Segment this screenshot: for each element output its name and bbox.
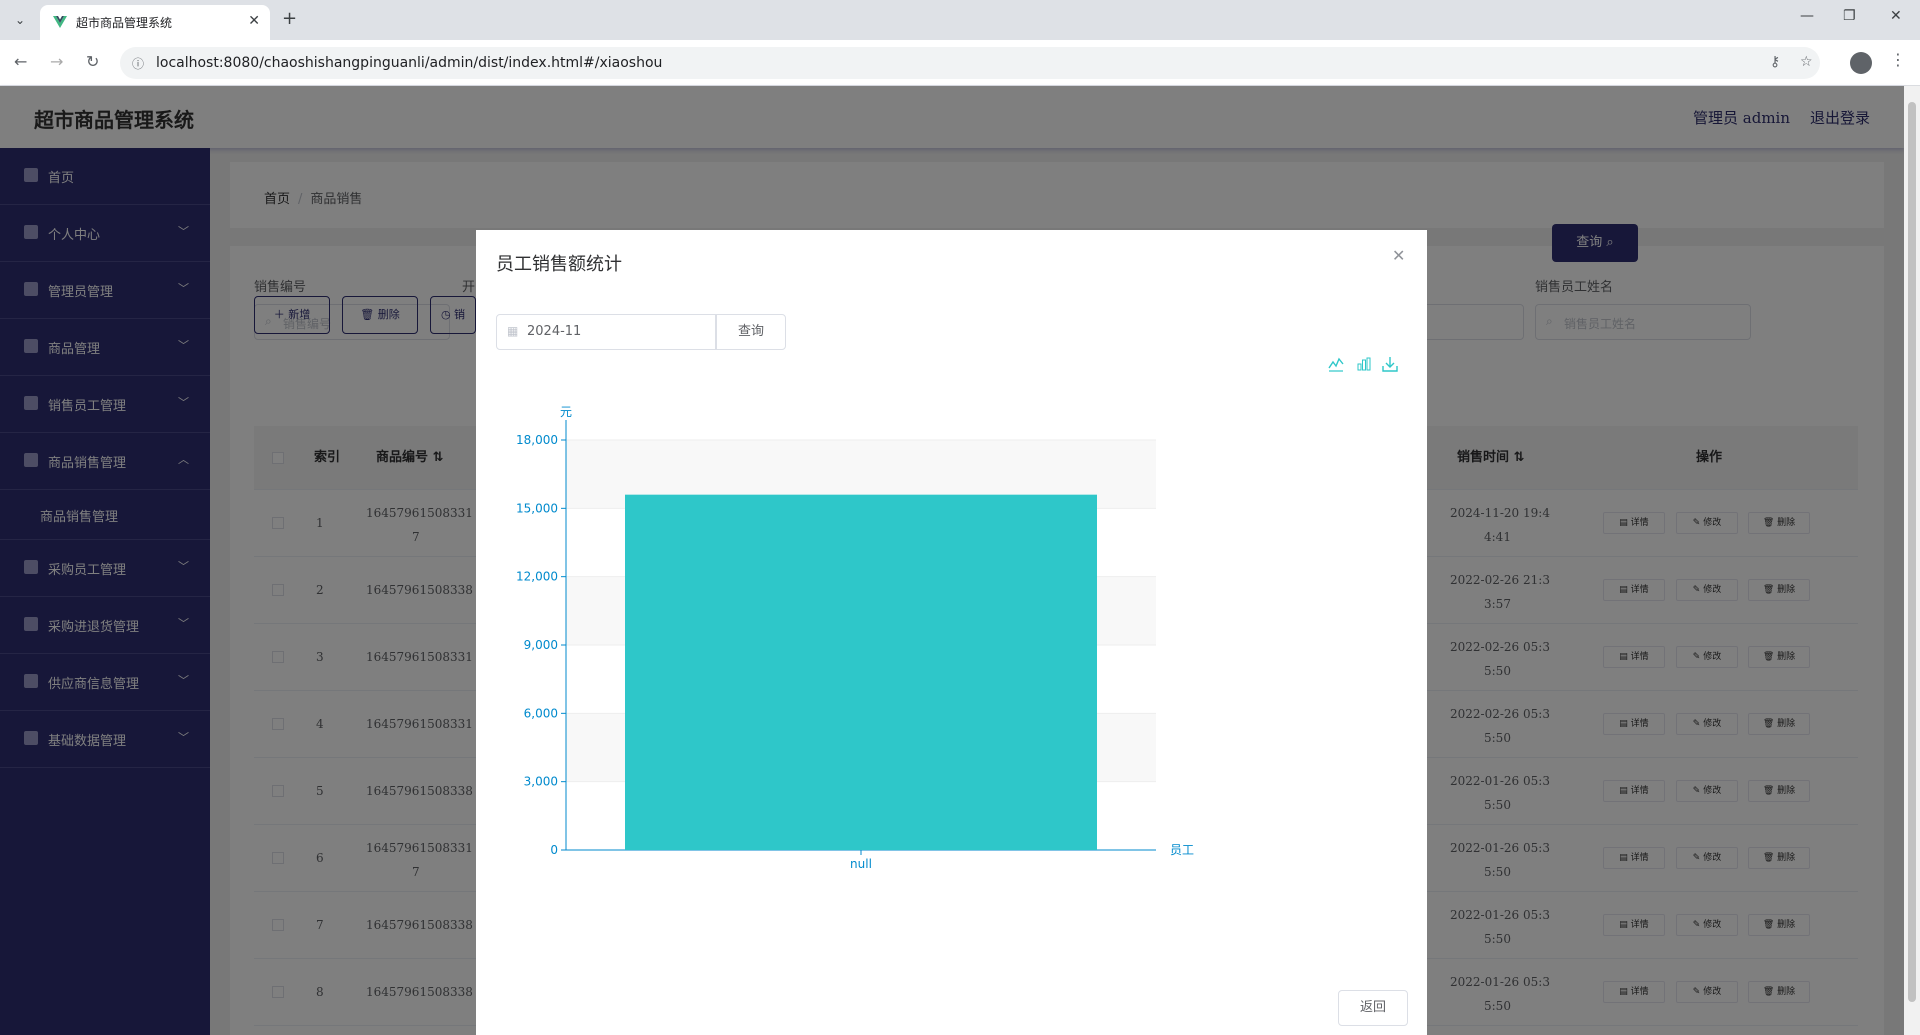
- window-close-icon[interactable]: ✕: [1890, 8, 1902, 24]
- x-tick-label: null: [850, 857, 872, 871]
- back-icon[interactable]: ←: [14, 52, 27, 71]
- y-axis-name: 元: [560, 405, 572, 419]
- bookmark-star-icon[interactable]: ☆: [1800, 54, 1813, 70]
- back-button[interactable]: 返回: [1338, 990, 1408, 1026]
- site-info-icon[interactable]: ⓘ: [132, 55, 144, 72]
- profile-avatar-icon[interactable]: [1850, 52, 1872, 74]
- browser-tab[interactable]: 超市商品管理系统 ✕: [40, 5, 270, 40]
- tab-search-icon[interactable]: ⌄: [8, 8, 32, 32]
- scrollbar-thumb[interactable]: [1908, 102, 1916, 1002]
- calendar-icon: ▦: [507, 324, 519, 338]
- close-icon[interactable]: ✕: [1392, 246, 1405, 265]
- y-tick-label: 18,000: [516, 433, 558, 447]
- forward-icon[interactable]: →: [50, 52, 63, 71]
- new-tab-icon[interactable]: +: [282, 9, 297, 29]
- dialog-query-button[interactable]: 查询: [716, 314, 786, 350]
- y-tick-label: 3,000: [524, 775, 558, 789]
- tab-title: 超市商品管理系统: [76, 16, 173, 30]
- reload-icon[interactable]: ↻: [86, 52, 99, 71]
- y-tick-label: 12,000: [516, 570, 558, 584]
- y-tick-label: 15,000: [516, 501, 558, 515]
- y-tick-label: 6,000: [524, 706, 558, 720]
- month-picker[interactable]: ▦ 2024-11: [496, 314, 716, 350]
- bar: [625, 494, 1097, 850]
- address-bar: ← → ↻ ⓘ localhost:8080/chaoshishangpingu…: [0, 40, 1920, 86]
- restore-icon[interactable]: ❐: [1843, 8, 1856, 24]
- dialog-title: 员工销售额统计: [496, 254, 622, 275]
- browser-tab-bar: ⌄ 超市商品管理系统 ✕ + — ❐ ✕: [0, 0, 1920, 40]
- minimize-icon[interactable]: —: [1800, 8, 1814, 24]
- url-text: localhost:8080/chaoshishangpinguanli/adm…: [156, 55, 663, 71]
- password-key-icon[interactable]: ⚷: [1770, 54, 1780, 70]
- page-scrollbar[interactable]: [1904, 86, 1920, 1035]
- month-value: 2024-11: [527, 324, 582, 339]
- vue-logo-icon: [53, 16, 67, 28]
- x-axis-name: 员工: [1170, 843, 1194, 857]
- browser-menu-icon[interactable]: ⋮: [1890, 50, 1906, 69]
- y-tick-label: 0: [550, 843, 558, 857]
- sales-bar-chart: 0 3,000 6,000 9,000 12,000 15,000 18,000 null 元员…: [516, 405, 1194, 871]
- tab-close-icon[interactable]: ✕: [248, 13, 260, 29]
- sales-stats-dialog: 员工销售额统计 ✕ ▦ 2024-11 查询 0 3,000 6,000 9,000 1…: [476, 230, 1427, 1035]
- url-field[interactable]: ⓘ localhost:8080/chaoshishangpinguanli/a…: [120, 47, 1820, 79]
- y-tick-label: 9,000: [524, 638, 558, 652]
